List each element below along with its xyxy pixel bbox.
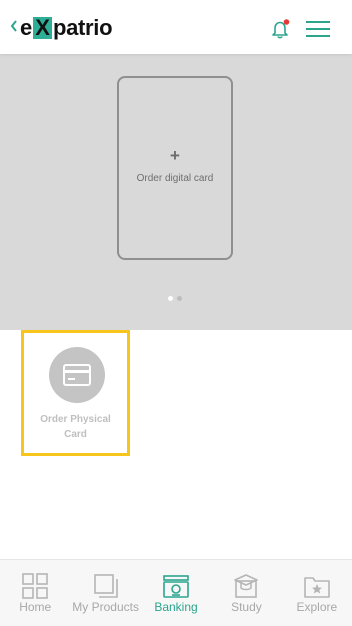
order-digital-card-button[interactable]: + Order digital card [117, 76, 233, 260]
digital-card-label: Order digital card [136, 173, 214, 184]
notification-badge [283, 19, 290, 25]
nav-home[interactable]: Home [0, 560, 70, 626]
credit-card-icon [63, 364, 91, 386]
order-physical-card-button[interactable]: Order Physical Card [21, 330, 130, 456]
logo-suffix: patrio [52, 15, 113, 40]
physical-card-label: Order Physical Card [40, 414, 111, 440]
logo-boxed-letter: X [32, 17, 52, 39]
nav-banking[interactable]: Banking [141, 560, 211, 626]
plus-icon: + [170, 146, 180, 165]
graduation-cap-icon [234, 574, 259, 598]
nav-study[interactable]: Study [211, 560, 281, 626]
nav-explore-label: Explore [296, 600, 338, 614]
bank-card-icon [163, 575, 189, 598]
star-folder-icon [304, 577, 330, 598]
carousel-dot-1[interactable] [168, 296, 173, 301]
nav-study-label: Study [231, 600, 262, 614]
nav-my-products-label: My Products [72, 600, 139, 614]
grid-icon [22, 573, 49, 599]
nav-my-products[interactable]: My Products [70, 560, 140, 626]
physical-card-icon-circle [49, 347, 105, 403]
stacked-squares-icon [93, 574, 118, 598]
app-header: e Xpatrio [0, 0, 352, 54]
logo-prefix: e [20, 15, 32, 40]
carousel-pagination [168, 296, 182, 301]
bottom-navigation: Home My Products Banking Study Explore [0, 559, 352, 626]
carousel-dot-2[interactable] [177, 296, 182, 301]
back-chevron-icon[interactable] [10, 20, 18, 32]
notification-bell-icon[interactable] [271, 19, 291, 39]
card-carousel[interactable]: + Order digital card [0, 54, 352, 330]
nav-home-label: Home [19, 600, 52, 614]
expatrio-logo: e Xpatrio [20, 15, 113, 40]
nav-explore[interactable]: Explore [282, 560, 352, 626]
nav-banking-label: Banking [154, 600, 198, 614]
hamburger-menu-icon[interactable] [306, 20, 330, 38]
